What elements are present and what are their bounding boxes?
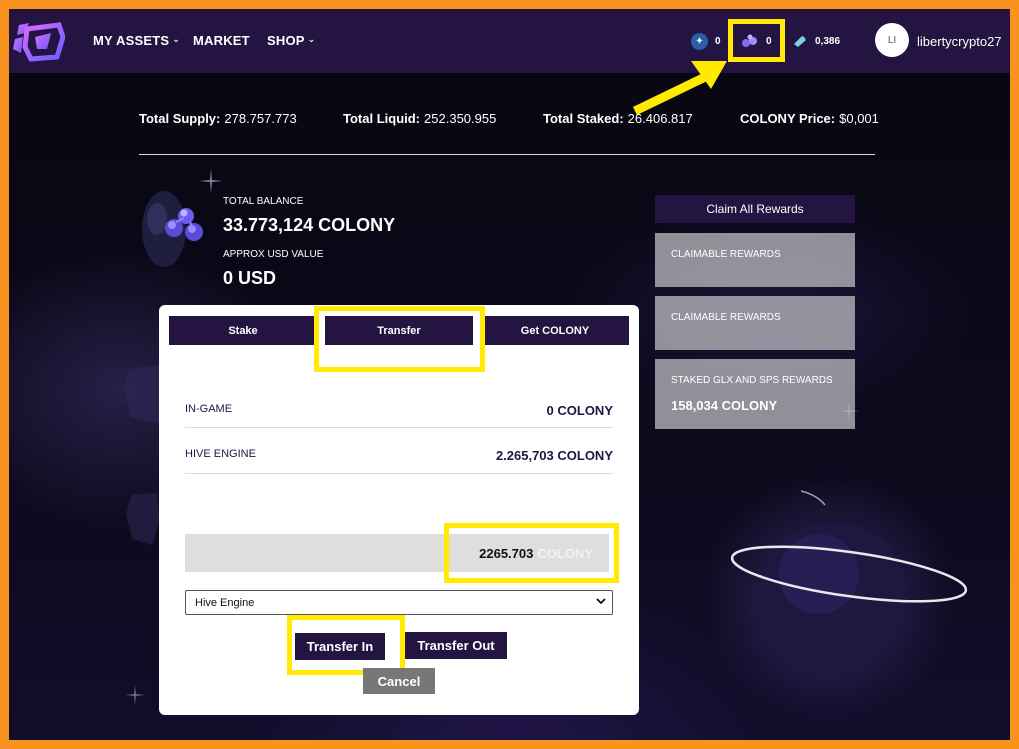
chevron-down-icon bbox=[596, 598, 606, 605]
destination-select[interactable]: Hive Engine bbox=[185, 590, 613, 615]
hive-engine-value: 2.265,703 COLONY bbox=[495, 448, 613, 463]
sparkle-decoration-icon bbox=[125, 685, 145, 705]
usd-value: 0 USD bbox=[223, 268, 277, 288]
highlight-box-transfer-in bbox=[287, 615, 405, 675]
tab-get-colony[interactable]: Get COLONY bbox=[481, 316, 629, 345]
avatar-initials: LI bbox=[887, 34, 897, 46]
reward-card-title: CLAIMABLE REWARDS bbox=[671, 249, 781, 260]
tab-stake[interactable]: Stake bbox=[169, 316, 317, 345]
stat-total-supply: Total Supply: 278.757.773 bbox=[139, 111, 297, 126]
nav-shop[interactable]: SHOP ⌄ bbox=[267, 33, 315, 48]
reward-card-claimable-1: CLAIMABLE REWARDS bbox=[655, 233, 855, 287]
hive-engine-label: HIVE ENGINE bbox=[185, 448, 256, 460]
transfer-out-button[interactable]: Transfer Out bbox=[405, 632, 507, 659]
resource-crystal-value: 0,386 bbox=[815, 35, 841, 47]
resource-crystal[interactable]: 0,386 bbox=[792, 31, 840, 51]
stats-divider bbox=[139, 154, 875, 155]
reward-card-title: STAKED GLX AND SPS REWARDS bbox=[671, 375, 833, 386]
reward-card-claimable-2: CLAIMABLE REWARDS bbox=[655, 296, 855, 350]
highlight-box-transfer-tab bbox=[314, 306, 485, 372]
stat-label: COLONY Price: bbox=[740, 111, 836, 126]
ringed-planet-decoration-icon bbox=[730, 522, 968, 666]
usd-value-label: APPROX USD VALUE bbox=[223, 249, 324, 260]
stat-total-staked: Total Staked: 26.406.817 bbox=[543, 111, 693, 126]
stat-value: 252.350.955 bbox=[424, 111, 497, 126]
transfer-panel: Stake Transfer Get COLONY IN-GAME 0 COLO… bbox=[159, 305, 639, 715]
stat-label: Total Liquid: bbox=[343, 111, 421, 126]
stat-value: $0,001 bbox=[839, 111, 879, 126]
destination-select-value: Hive Engine bbox=[195, 596, 255, 609]
app-frame: MY ASSETS ⌄ MARKET SHOP ⌄ ✦ 0 0 0,386 LI… bbox=[9, 9, 1010, 740]
nav-shop-label: SHOP bbox=[267, 33, 305, 48]
comet-decoration-icon bbox=[800, 490, 826, 506]
avatar[interactable]: LI bbox=[875, 23, 909, 57]
username[interactable]: libertycrypto27 bbox=[917, 34, 1002, 49]
row-divider bbox=[185, 473, 613, 474]
reward-card-title: CLAIMABLE REWARDS bbox=[671, 312, 781, 323]
chevron-down-icon: ⌄ bbox=[307, 34, 316, 44]
chevron-down-icon: ⌄ bbox=[172, 34, 180, 44]
in-game-label: IN-GAME bbox=[185, 403, 233, 415]
stat-label: Total Supply: bbox=[139, 111, 221, 126]
reward-card-staked: STAKED GLX AND SPS REWARDS 158,034 COLON… bbox=[655, 359, 855, 429]
logo-icon[interactable] bbox=[11, 19, 65, 63]
cancel-button[interactable]: Cancel bbox=[363, 668, 435, 694]
annotation-arrow-icon bbox=[632, 61, 727, 116]
sparkle-decoration-icon bbox=[199, 169, 223, 193]
row-divider bbox=[185, 427, 613, 428]
stat-value: 26.406.817 bbox=[627, 111, 693, 126]
total-balance-value: 33.773,124 COLONY bbox=[223, 215, 396, 235]
stat-label: Total Staked: bbox=[543, 111, 624, 126]
total-balance-label: TOTAL BALANCE bbox=[223, 196, 304, 207]
claim-all-rewards-button[interactable]: Claim All Rewards bbox=[655, 195, 855, 223]
stat-value: 278.757.773 bbox=[224, 111, 297, 126]
reward-card-value: 158,034 COLONY bbox=[671, 398, 778, 413]
nav-market[interactable]: MARKET bbox=[193, 33, 250, 48]
nav-my-assets[interactable]: MY ASSETS ⌄ bbox=[93, 33, 180, 48]
asteroid-decoration-icon bbox=[126, 493, 160, 545]
colony-token-icon bbox=[165, 208, 203, 241]
highlight-box-amount bbox=[444, 523, 619, 583]
stat-colony-price: COLONY Price: $0,001 bbox=[740, 111, 879, 126]
top-navbar: MY ASSETS ⌄ MARKET SHOP ⌄ ✦ 0 0 0,386 LI… bbox=[9, 9, 1010, 73]
stat-total-liquid: Total Liquid: 252.350.955 bbox=[343, 111, 496, 126]
in-game-value: 0 COLONY bbox=[546, 403, 613, 418]
crystal-icon bbox=[794, 36, 806, 47]
nav-market-label: MARKET bbox=[193, 33, 250, 48]
nav-my-assets-label: MY ASSETS bbox=[93, 33, 170, 48]
